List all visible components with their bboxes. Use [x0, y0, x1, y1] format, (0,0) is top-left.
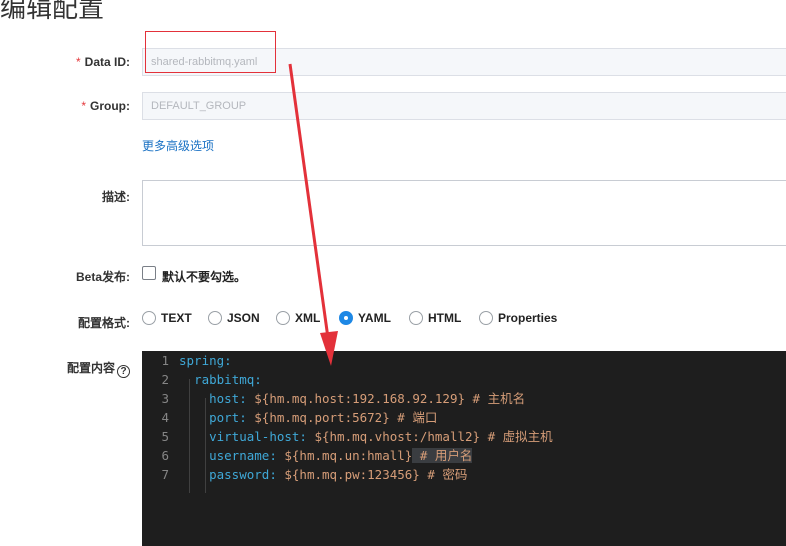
annotation-arrow-icon	[288, 63, 338, 366]
